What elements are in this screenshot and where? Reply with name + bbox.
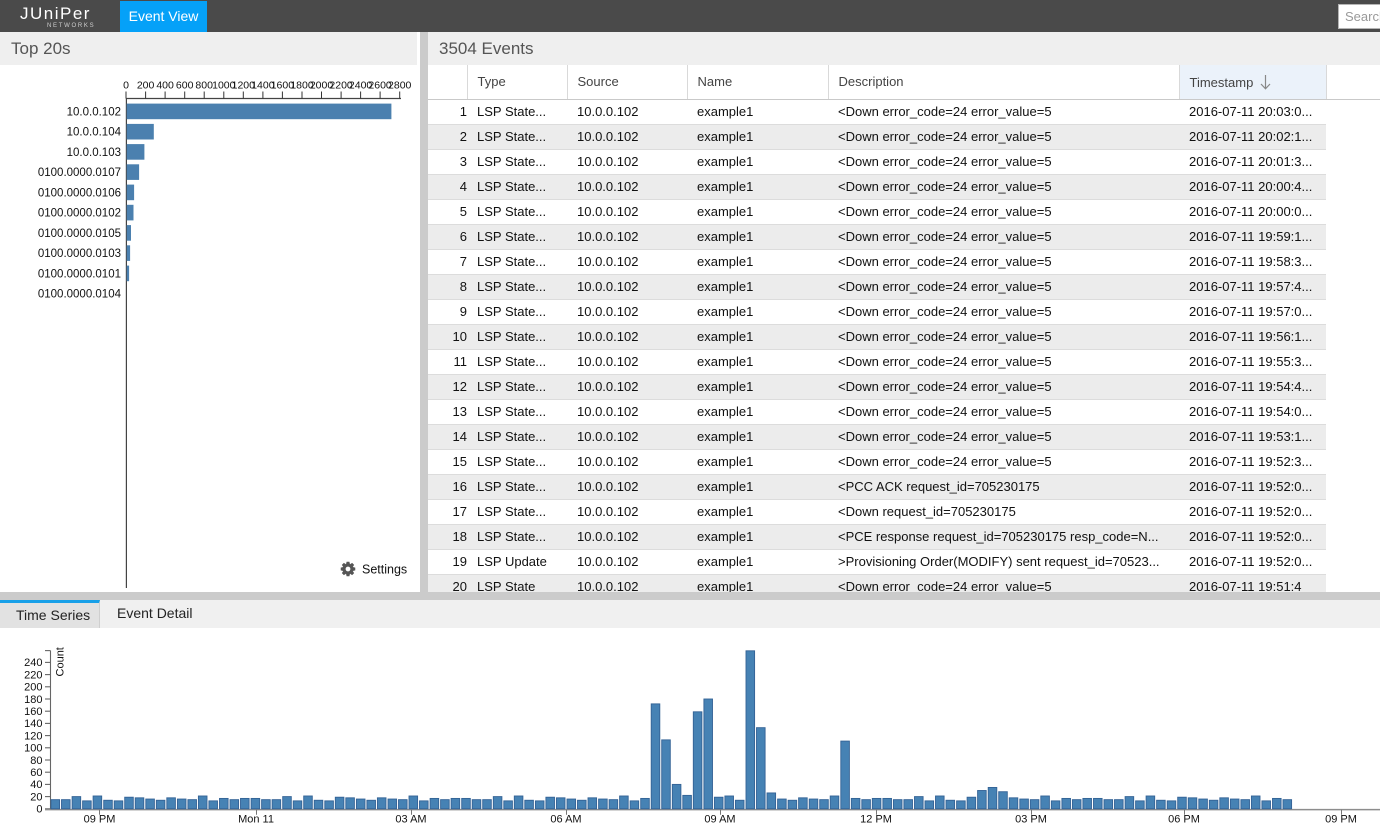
svg-text:09 PM: 09 PM [1325,813,1357,825]
svg-text:10.0.0.102: 10.0.0.102 [67,106,121,118]
svg-text:200: 200 [24,682,42,694]
svg-text:60: 60 [30,767,42,779]
svg-text:06 AM: 06 AM [550,813,581,825]
svg-text:220: 220 [24,669,42,681]
svg-text:120: 120 [24,730,42,742]
svg-text:10.0.0.104: 10.0.0.104 [67,127,122,139]
svg-text:40: 40 [30,779,42,791]
svg-text:Settings: Settings [362,563,407,577]
svg-text:200: 200 [137,80,155,92]
svg-text:0: 0 [36,804,42,816]
svg-text:180: 180 [24,694,42,706]
svg-text:0100.0000.0105: 0100.0000.0105 [38,228,121,240]
svg-text:0100.0000.0104: 0100.0000.0104 [38,289,122,301]
svg-text:0100.0000.0101: 0100.0000.0101 [38,268,121,280]
svg-text:20: 20 [30,791,42,803]
svg-text:0100.0000.0102: 0100.0000.0102 [38,208,121,220]
svg-text:400: 400 [156,80,174,92]
svg-text:160: 160 [24,706,42,718]
svg-text:03 AM: 03 AM [395,813,426,825]
svg-text:2800: 2800 [388,80,412,92]
svg-text:100: 100 [24,743,42,755]
svg-text:09 AM: 09 AM [704,813,735,825]
svg-text:600: 600 [176,80,194,92]
svg-text:12 PM: 12 PM [860,813,892,825]
svg-text:06 PM: 06 PM [1168,813,1200,825]
svg-text:03 PM: 03 PM [1015,813,1047,825]
svg-text:0100.0000.0103: 0100.0000.0103 [38,248,121,260]
svg-text:0100.0000.0106: 0100.0000.0106 [38,187,121,199]
svg-text:10.0.0.103: 10.0.0.103 [67,147,121,159]
svg-text:240: 240 [24,657,42,669]
svg-text:140: 140 [24,718,42,730]
svg-text:09 PM: 09 PM [84,813,116,825]
svg-text:Count: Count [55,647,67,676]
svg-text:800: 800 [195,80,213,92]
svg-text:Mon 11: Mon 11 [238,813,274,825]
svg-text:80: 80 [30,755,42,767]
svg-text:0100.0000.0107: 0100.0000.0107 [38,167,121,179]
svg-text:0: 0 [123,80,129,92]
